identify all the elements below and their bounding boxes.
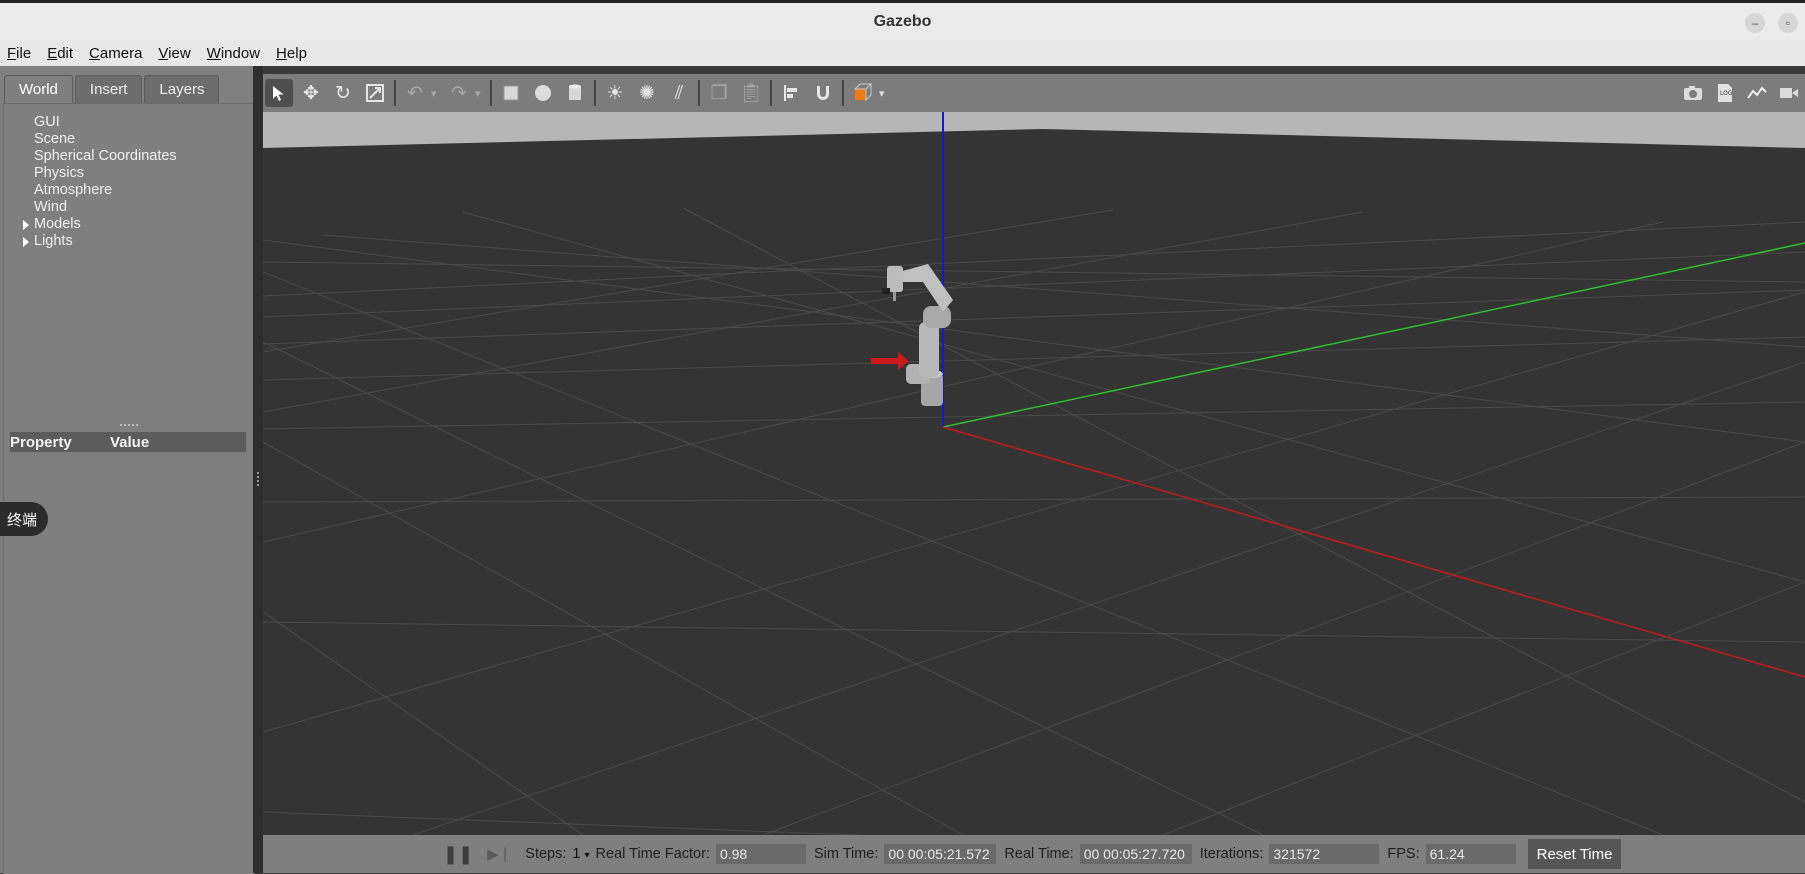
real-time-label: Real Time:: [1004, 846, 1074, 862]
tree-item-atmosphere[interactable]: Atmosphere: [34, 182, 112, 198]
menu-bar: File Edit Camera View Window Help: [0, 40, 1805, 66]
rtf-label: Real Time Factor:: [595, 846, 710, 862]
maximize-button[interactable]: ▫: [1778, 13, 1798, 33]
scene-viewport[interactable]: [263, 112, 1805, 835]
sphere-shape-icon[interactable]: [529, 79, 557, 107]
snap-magnet-icon[interactable]: [809, 79, 837, 107]
box-shape-icon[interactable]: [497, 79, 525, 107]
scale-mode-icon[interactable]: [361, 79, 389, 107]
toolbar-separator: [594, 80, 596, 106]
rotate-mode-icon[interactable]: ↻: [329, 79, 357, 107]
toolbar-right-group: LOG: [1677, 79, 1805, 107]
tree-item-spherical-coordinates[interactable]: Spherical Coordinates: [34, 148, 177, 164]
tree-item-wind[interactable]: Wind: [34, 199, 67, 215]
menu-file[interactable]: File: [0, 45, 40, 62]
window-title: Gazebo: [873, 12, 932, 30]
tree-item-scene[interactable]: Scene: [34, 131, 75, 147]
toolbar-separator: [698, 80, 700, 106]
minimize-button[interactable]: –: [1745, 13, 1765, 33]
terminal-badge[interactable]: 终端: [0, 502, 48, 536]
tree-splitter-handle[interactable]: [120, 424, 138, 429]
plot-icon[interactable]: [1743, 79, 1771, 107]
scene-render: [263, 112, 1805, 835]
models-expand-icon[interactable]: [23, 220, 29, 230]
sim-time-label: Sim Time:: [813, 846, 879, 862]
fps-field: 61.24: [1425, 844, 1516, 864]
redo-dropdown-icon[interactable]: ▾: [475, 87, 487, 100]
point-light-icon[interactable]: ☀: [601, 79, 629, 107]
svg-text:LOG: LOG: [1720, 90, 1733, 97]
video-record-icon[interactable]: [1775, 79, 1803, 107]
menu-window[interactable]: Window: [200, 45, 269, 62]
sim-time-field: 00 00:05:21.572: [884, 844, 997, 864]
view-angle-dropdown-icon[interactable]: ▾: [879, 87, 891, 100]
steps-label: Steps:: [525, 846, 567, 862]
undo-dropdown-icon[interactable]: ▾: [431, 87, 443, 100]
toolbar-separator: [770, 80, 772, 106]
world-tree: GUI Scene Spherical Coordinates Physics …: [3, 103, 255, 874]
property-column-header: Property: [10, 433, 72, 451]
x-axis-line: [942, 426, 1805, 678]
tab-layers[interactable]: Layers: [144, 75, 220, 103]
rtf-field: 0.98: [715, 844, 806, 864]
sky-band: [263, 112, 1805, 148]
steps-spinbox[interactable]: 1 ▾: [572, 846, 589, 862]
simulation-status-bar: ❚❚ ▶❘ Steps: 1 ▾ Real Time Factor: 0.98 …: [263, 835, 1805, 873]
toolbar-separator: [842, 80, 844, 106]
fps-label: FPS:: [1387, 846, 1420, 862]
select-mode-icon[interactable]: [265, 79, 293, 107]
reset-time-button[interactable]: Reset Time: [1527, 839, 1622, 869]
toolbar-separator: [394, 80, 396, 106]
iterations-field: 321572: [1269, 844, 1380, 864]
cylinder-shape-icon[interactable]: [561, 79, 589, 107]
view-angle-icon[interactable]: [849, 79, 877, 107]
log-icon[interactable]: LOG: [1711, 79, 1739, 107]
tree-item-physics[interactable]: Physics: [34, 165, 84, 181]
panel-splitter[interactable]: [253, 66, 263, 873]
iterations-label: Iterations:: [1199, 846, 1264, 862]
copy-icon[interactable]: ❐: [705, 79, 733, 107]
lights-expand-icon[interactable]: [23, 237, 29, 247]
tab-insert[interactable]: Insert: [74, 75, 143, 103]
property-table-header: Property Value: [10, 432, 246, 452]
spot-light-icon[interactable]: ✺: [633, 79, 661, 107]
main-toolbar: ✥ ↻ ↶ ▾ ↷ ▾ ☀ ✺ ⫽ ❐ 📋︎ ▾ LOG: [263, 74, 1805, 112]
screenshot-icon[interactable]: [1679, 79, 1707, 107]
left-panel: World Insert Layers GUI Scene Spherical …: [0, 66, 260, 874]
tree-item-gui[interactable]: GUI: [34, 114, 60, 130]
robot-arm-model: [871, 264, 953, 406]
toolbar-separator: [490, 80, 492, 106]
directional-light-icon[interactable]: ⫽: [665, 79, 693, 107]
tree-item-models[interactable]: Models: [34, 216, 81, 232]
menu-camera[interactable]: Camera: [82, 45, 151, 62]
undo-icon[interactable]: ↶: [401, 79, 429, 107]
align-icon[interactable]: [777, 79, 805, 107]
step-icon[interactable]: ▶❘: [487, 845, 511, 863]
window-title-bar: Gazebo – ▫: [0, 0, 1805, 40]
translate-mode-icon[interactable]: ✥: [297, 79, 325, 107]
menu-view[interactable]: View: [151, 45, 199, 62]
pause-icon[interactable]: ❚❚: [443, 844, 473, 865]
panel-splitter-grip[interactable]: [257, 472, 261, 486]
tab-world[interactable]: World: [4, 75, 73, 103]
real-time-field: 00 00:05:27.720: [1079, 844, 1192, 864]
ground-grid: [263, 207, 1805, 835]
redo-icon[interactable]: ↷: [445, 79, 473, 107]
tree-item-lights[interactable]: Lights: [34, 233, 73, 249]
value-column-header: Value: [110, 433, 150, 451]
menu-help[interactable]: Help: [269, 45, 316, 62]
left-panel-tabs: World Insert Layers: [4, 75, 221, 103]
paste-icon[interactable]: 📋︎: [737, 79, 765, 107]
menu-edit[interactable]: Edit: [40, 45, 82, 62]
